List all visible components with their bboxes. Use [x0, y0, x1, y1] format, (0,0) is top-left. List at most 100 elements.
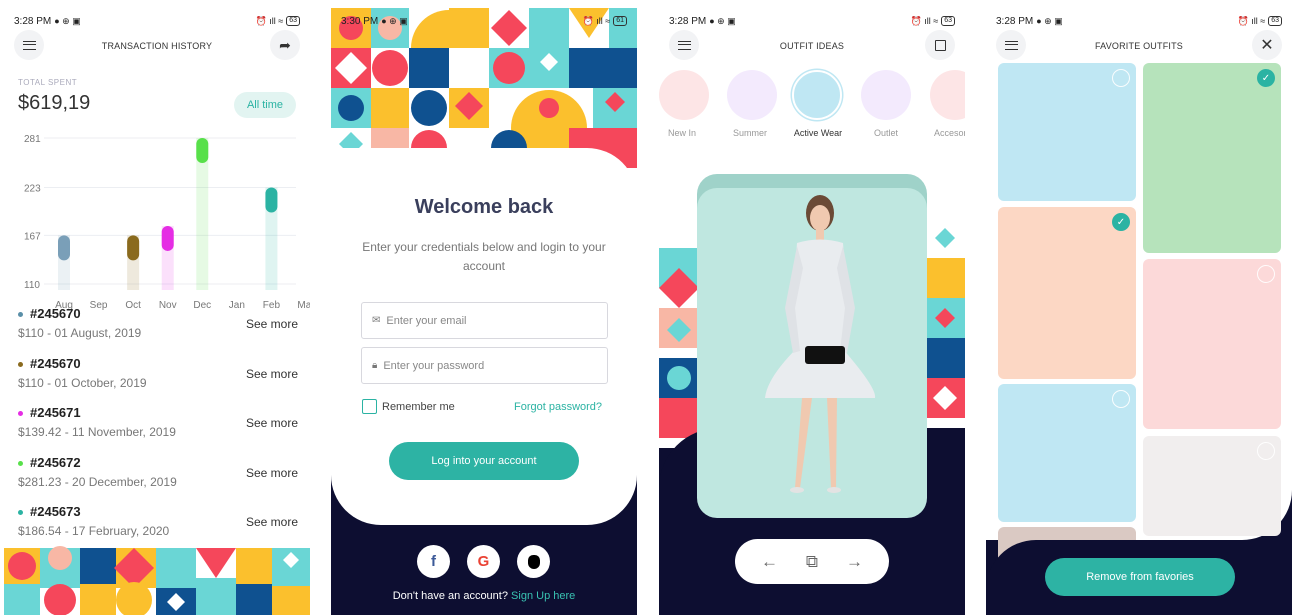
bar-nov[interactable]: [161, 225, 174, 251]
outfit-tile[interactable]: [998, 63, 1136, 201]
list-item[interactable]: #245671 $139.42 - 11 November, 2019 See …: [18, 405, 298, 447]
arrow-left-icon[interactable]: ←: [761, 552, 778, 572]
facebook-icon: f: [431, 553, 436, 570]
category-label: New In: [667, 128, 696, 138]
email-field[interactable]: ✉ Enter your email: [361, 302, 608, 339]
y-tick-label: 223: [24, 184, 41, 195]
remove-favorites-button[interactable]: Remove from favories: [1045, 558, 1235, 596]
signup-prompt: Don't have an account? Sign Up here: [331, 590, 637, 602]
google-button[interactable]: G: [467, 545, 500, 578]
select-toggle[interactable]: [1257, 265, 1275, 283]
category-new-in[interactable]: [659, 70, 709, 120]
mail-icon: ✉: [372, 315, 381, 326]
category-summer[interactable]: [727, 70, 777, 120]
status-time: 3:30 PM: [341, 15, 379, 27]
y-tick-label: 167: [24, 231, 41, 242]
no-account-text: Don't have an account?: [392, 590, 508, 602]
transaction-detail: $110 - 01 August, 2019: [18, 326, 142, 340]
favorite-outfits-screen: 3:28 PM ● ⊕ ▣ ⏰ ıll ≈63 FAVORITE OUTFITS …: [986, 8, 1292, 615]
outfit-tile[interactable]: ✓: [1143, 63, 1281, 253]
credentials-instructions: Enter your credentials below and login t…: [362, 240, 606, 273]
page-title: FAVORITE OUTFITS: [1094, 41, 1184, 51]
transaction-id: #245671: [30, 405, 81, 420]
page-title: TRANSACTION HISTORY: [101, 41, 213, 51]
category-label: Summer: [732, 128, 767, 138]
outfit-card[interactable]: [697, 188, 927, 518]
welcome-heading: Welcome back: [414, 196, 554, 218]
y-tick-label: 110: [24, 280, 40, 291]
signup-link[interactable]: Sign Up here: [511, 590, 575, 602]
outfit-tile[interactable]: ✓: [998, 207, 1136, 379]
y-tick-label: 281: [24, 134, 41, 145]
outfit-model-image: [765, 195, 876, 493]
transaction-dot: [18, 411, 23, 416]
status-time: 3:28 PM: [14, 15, 52, 27]
see-more-link[interactable]: See more: [246, 317, 298, 331]
select-toggle[interactable]: [1257, 442, 1275, 460]
apple-button[interactable]: [517, 545, 550, 578]
list-item[interactable]: #245672 $281.23 - 20 December, 2019 See …: [18, 455, 298, 497]
see-more-link[interactable]: See more: [246, 367, 298, 381]
list-item[interactable]: #245670 $110 - 01 October, 2019 See more: [18, 356, 298, 398]
see-more-link[interactable]: See more: [246, 515, 298, 529]
login-button[interactable]: Log into your account: [389, 442, 579, 480]
outfit-tile[interactable]: [1143, 436, 1281, 536]
bar-aug[interactable]: [58, 235, 70, 261]
outfit-tile[interactable]: [1143, 259, 1281, 429]
transaction-history-screen: 3:28 PM ● ⊕ ▣ ⏰ ıll ≈63 TRANSACTION HISTO…: [4, 8, 310, 615]
transaction-detail: $186.54 - 17 February, 2020: [18, 524, 170, 538]
status-time: 3:28 PM: [996, 15, 1034, 27]
bar-oct[interactable]: [127, 235, 140, 261]
see-more-link[interactable]: See more: [246, 416, 298, 430]
password-field[interactable]: 🔒︎ Enter your password: [361, 347, 608, 384]
signal-icons: ⏰ ıll ≈: [582, 15, 611, 26]
transaction-detail: $139.42 - 11 November, 2019: [18, 425, 176, 439]
remember-me-checkbox[interactable]: [362, 399, 377, 414]
category-active-wear[interactable]: [792, 70, 842, 120]
select-toggle[interactable]: [1112, 390, 1130, 408]
category-label: Outlet: [873, 128, 898, 138]
outfit-navigation: ← ⧉ →: [735, 539, 889, 584]
check-icon[interactable]: ✓: [1257, 69, 1275, 87]
total-spent-value: $619,19: [18, 92, 91, 114]
facebook-button[interactable]: f: [417, 545, 450, 578]
signal-icons: ⏰ ıll ≈: [910, 15, 939, 26]
share-icon: ➦: [279, 36, 291, 53]
x-tick-label: Mar: [297, 300, 310, 311]
outfit-tile[interactable]: [998, 384, 1136, 522]
notification-icons: ● ⊕ ▣: [381, 15, 408, 26]
category-label: Active Wear: [793, 128, 843, 138]
category-outlet[interactable]: [861, 70, 911, 120]
transaction-id: #245670: [30, 356, 81, 371]
cart-button[interactable]: [925, 30, 955, 60]
apple-icon: [527, 554, 540, 569]
bar-dec[interactable]: [196, 138, 209, 163]
close-icon: ✕: [1260, 37, 1274, 54]
transaction-detail: $110 - 01 October, 2019: [18, 376, 147, 390]
transaction-id: #245670: [30, 306, 81, 321]
transaction-id: #245673: [30, 504, 81, 519]
google-icon: G: [477, 553, 490, 570]
forgot-password-link[interactable]: Forgot password?: [514, 401, 602, 413]
arrow-right-icon[interactable]: →: [846, 552, 863, 572]
email-placeholder: Enter your email: [386, 314, 467, 327]
list-item[interactable]: #245670 $110 - 01 August, 2019 See more: [18, 306, 298, 348]
check-icon[interactable]: ✓: [1112, 213, 1130, 231]
status-bar: 3:28 PM ● ⊕ ▣ ⏰ ıll ≈63: [996, 14, 1282, 28]
close-button[interactable]: ✕: [1252, 30, 1282, 60]
share-button[interactable]: ➦: [270, 30, 300, 60]
external-link-icon[interactable]: ⧉: [806, 552, 818, 572]
lock-icon: 🔒︎: [372, 360, 378, 371]
status-bar: 3:28 PM ● ⊕ ▣ ⏰ ıll ≈63: [669, 14, 955, 28]
select-toggle[interactable]: [1112, 69, 1130, 87]
outfit-ideas-screen: 3:28 PM ● ⊕ ▣ ⏰ ıll ≈63 OUTFIT IDEAS New …: [659, 8, 965, 615]
battery-icon: 61: [613, 16, 627, 26]
page-title: OUTFIT IDEAS: [779, 41, 845, 51]
category-label: Accesories: [933, 128, 965, 138]
shopping-bag-icon: [934, 39, 946, 51]
bar-feb[interactable]: [265, 187, 278, 213]
transaction-dot: [18, 510, 23, 515]
transaction-dot: [18, 312, 23, 317]
see-more-link[interactable]: See more: [246, 466, 298, 480]
time-filter-button[interactable]: All time: [234, 92, 296, 118]
